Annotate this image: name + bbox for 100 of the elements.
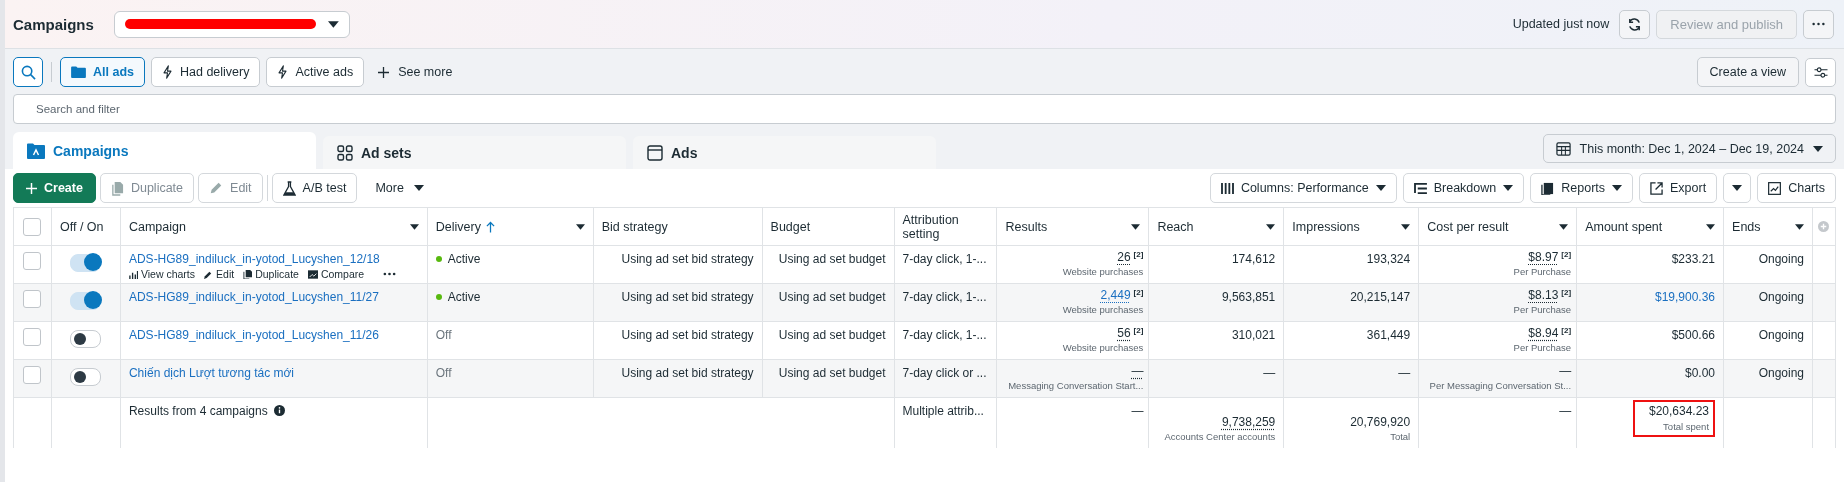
account-dropdown[interactable] <box>113 10 350 38</box>
row-checkbox[interactable] <box>23 366 42 384</box>
table-cell: Using ad set bid strategy <box>621 328 754 342</box>
caret-icon[interactable] <box>1266 223 1276 230</box>
export-menu-button[interactable] <box>1723 173 1752 203</box>
row-action-link[interactable]: Duplicate <box>243 268 299 280</box>
more-icon[interactable] <box>383 272 397 276</box>
toolbar-button[interactable]: A/B test <box>271 173 358 203</box>
table-cell: 193,324 <box>1366 252 1411 266</box>
row-checkbox[interactable] <box>23 252 42 270</box>
toolbar-button[interactable]: Columns: Performance <box>1209 173 1397 203</box>
caret-icon <box>413 185 424 191</box>
toggle-switch[interactable] <box>70 254 102 272</box>
plus-icon <box>26 182 37 194</box>
total-spent-label: Total spent <box>1663 421 1710 432</box>
caret-icon[interactable] <box>1795 223 1804 230</box>
settings-button[interactable] <box>1805 57 1836 87</box>
campaign-link[interactable]: ADS-HG89_indiluck_in-yotod_Lucyshen_11/26 <box>128 328 379 342</box>
column-header[interactable]: Ends <box>1732 219 1761 234</box>
tab[interactable]: Ad sets <box>323 136 626 169</box>
table-cell: Using ad set bid strategy <box>621 290 754 304</box>
column-header[interactable]: Bid strategy <box>601 219 668 234</box>
column-header[interactable]: Results <box>1005 219 1048 234</box>
search-button[interactable] <box>13 57 43 87</box>
caret-icon[interactable] <box>1401 223 1411 230</box>
row-action-link[interactable]: Compare <box>307 268 365 280</box>
row-action-link[interactable]: Edit <box>204 268 235 280</box>
column-header[interactable]: Impressions <box>1292 219 1360 234</box>
table-cell: — <box>1559 404 1572 418</box>
column-header[interactable]: Off / On <box>60 219 104 234</box>
more-icon <box>1812 22 1825 26</box>
result-type: Website purchases <box>1062 342 1144 353</box>
table-cell: 7-day click, 1-... <box>902 252 987 266</box>
toolbar-button[interactable]: Create <box>13 173 96 203</box>
export-icon <box>1650 181 1664 195</box>
search-field[interactable]: Search and filter <box>13 94 1836 124</box>
row-action-link[interactable]: View charts <box>128 268 196 280</box>
caret-icon[interactable] <box>1131 223 1141 230</box>
toggle-switch[interactable] <box>70 292 102 310</box>
copy-icon <box>243 269 253 279</box>
caret-icon[interactable] <box>409 223 419 230</box>
delivery-status: Active <box>447 290 481 304</box>
delivery-status: Off <box>435 366 452 380</box>
results-value[interactable]: 2,449 <box>1100 288 1131 302</box>
column-header[interactable]: Delivery <box>435 219 495 234</box>
toolbar-button[interactable]: Reports <box>1530 173 1634 203</box>
see-more-button[interactable]: See more <box>370 65 461 79</box>
amount-spent: $233.21 <box>1671 252 1716 266</box>
cost-type: Per Messaging Conversation St... <box>1429 380 1572 391</box>
tab[interactable]: Campaigns <box>13 132 316 169</box>
toolbar-button[interactable]: Breakdown <box>1402 173 1525 203</box>
column-header[interactable]: Cost per result <box>1427 219 1509 234</box>
campaign-link[interactable]: ADS-HG89_indiluck_in-yotod_Lucyshen_12/18 <box>128 252 380 266</box>
footnote-mark: [2] <box>1561 288 1572 297</box>
column-header[interactable]: Budget <box>770 219 811 234</box>
sliders-icon <box>1812 65 1829 79</box>
table-cell: Using ad set budget <box>778 366 886 380</box>
info-icon[interactable] <box>273 405 285 416</box>
cost-value: $8.94 <box>1528 326 1559 340</box>
refresh-icon <box>1627 16 1643 32</box>
results-value[interactable]: 56 <box>1117 326 1131 340</box>
filter-chip[interactable]: All ads <box>60 57 145 87</box>
campaign-link[interactable]: Chiến dịch Lượt tương tác mới <box>128 366 295 380</box>
column-header[interactable]: Reach <box>1157 219 1194 234</box>
footnote-mark: [2] <box>1133 326 1144 335</box>
toolbar-button[interactable]: Export <box>1639 173 1718 203</box>
caret-icon[interactable] <box>1559 223 1569 230</box>
tab[interactable]: Ads <box>633 136 936 169</box>
grid-icon <box>337 144 353 161</box>
toggle-switch[interactable] <box>70 330 102 348</box>
results-value[interactable]: — <box>1131 364 1144 378</box>
cost-type: Per Purchase <box>1513 342 1572 353</box>
create-view-button[interactable]: Create a view <box>1696 57 1799 87</box>
column-header[interactable]: Campaign <box>128 219 186 234</box>
caret-icon[interactable] <box>1706 223 1716 230</box>
caret-icon <box>1612 185 1623 191</box>
toggle-switch[interactable] <box>70 368 102 386</box>
amount-spent: $0.00 <box>1685 366 1716 380</box>
table-cell: 7-day click, 1-... <box>902 328 987 342</box>
filter-chip[interactable]: Had delivery <box>151 57 261 87</box>
table-cell: 7-day click, 1-... <box>902 290 987 304</box>
filter-chip[interactable]: Active ads <box>266 57 365 87</box>
toolbar-button[interactable]: Charts <box>1757 173 1836 203</box>
row-checkbox[interactable] <box>23 328 42 346</box>
campaign-link[interactable]: ADS-HG89_indiluck_in-yotod_Lucyshen_11/27 <box>128 290 379 304</box>
column-header[interactable]: Amount spent <box>1585 219 1663 234</box>
refresh-button[interactable] <box>1619 9 1651 39</box>
caret-icon[interactable] <box>575 223 585 230</box>
column-header[interactable]: Attribution setting <box>902 212 989 241</box>
delivery-status: Active <box>447 252 481 266</box>
caret-icon <box>1375 185 1386 191</box>
table-cell: 310,021 <box>1231 328 1276 342</box>
date-range-button[interactable]: This month: Dec 1, 2024 – Dec 19, 2024 <box>1542 134 1836 163</box>
table-cell: Using ad set budget <box>778 328 886 342</box>
image-icon <box>307 269 318 279</box>
row-checkbox[interactable] <box>23 290 42 308</box>
lightning-icon <box>277 65 289 79</box>
table-cell: — <box>1263 366 1276 380</box>
select-all-checkbox[interactable] <box>23 217 42 236</box>
results-value[interactable]: 26 <box>1117 250 1131 264</box>
